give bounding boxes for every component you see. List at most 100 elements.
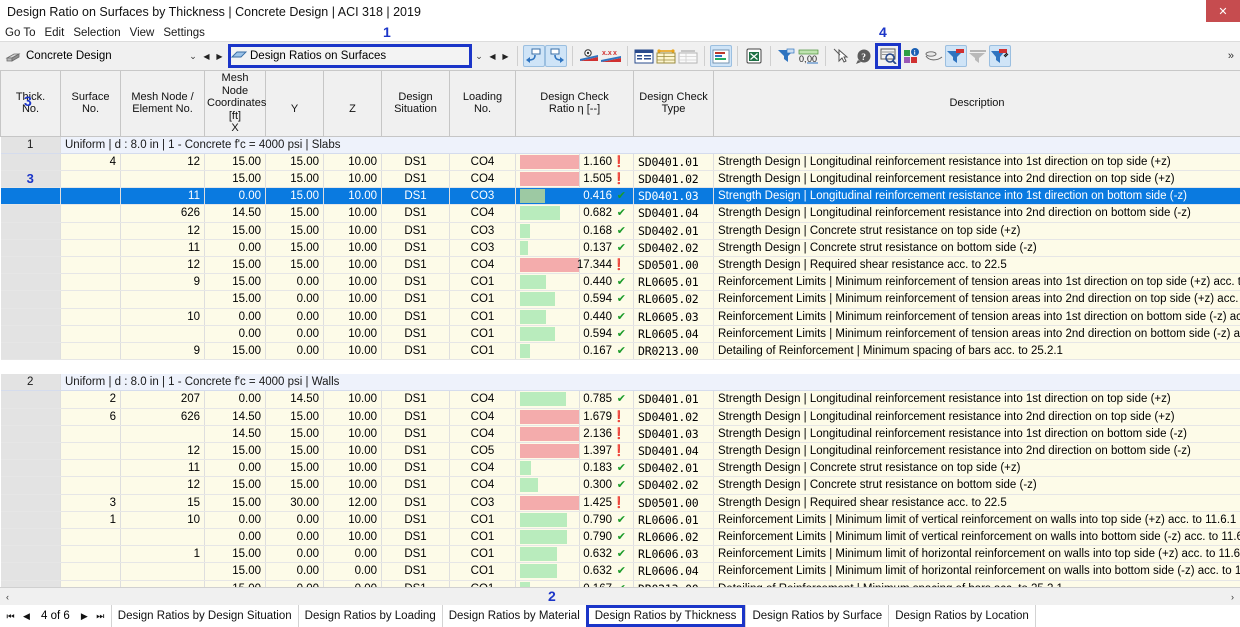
menu-item-edit[interactable]: Edit [44, 27, 64, 39]
pass-check-icon: ✔ [617, 581, 626, 587]
filter-gray-icon[interactable] [967, 45, 989, 67]
find-in-table-icon[interactable] [875, 43, 901, 69]
svg-text:x: x [613, 50, 617, 57]
table-row[interactable]: 3 15 15.00 30.00 12.00 DS1 CO3 1.425 ❗ SD0501.00 S… [0, 494, 1240, 512]
table-group-row[interactable]: 1 Uniform | d : 8.0 in | 1 - Concrete f'c… [0, 136, 1240, 154]
col-design-check-type[interactable]: Design Check Type [633, 71, 714, 137]
tab-design-ratios-by-location[interactable]: Design Ratios by Location [888, 605, 1035, 627]
description-cell: Reinforcement Limits | Minimum reinforce… [713, 273, 1240, 292]
col-coord-y[interactable]: Y [265, 71, 324, 137]
tab-design-ratios-by-design-situation[interactable]: Design Ratios by Design Situation [110, 605, 298, 627]
table-row[interactable]: 12 15.00 15.00 10.00 DS1 CO4 17.344 ❗ SD0501.00 S… [0, 256, 1240, 275]
col-description[interactable]: Description [713, 71, 1240, 137]
table-row[interactable]: 12 15.00 15.00 10.00 DS1 CO5 1.397 ❗ SD0401.04 St… [0, 442, 1240, 461]
help-question-icon[interactable]: ? [853, 45, 875, 67]
table-row[interactable]: 12 15.00 15.00 10.00 DS1 CO3 0.168 ✔ SD0402.01 St… [0, 222, 1240, 240]
table-row[interactable]: 11 0.00 15.00 10.00 DS1 CO3 0.416 ✔ SD0401.03 Str… [0, 187, 1240, 206]
toolbar-separator-3 [627, 46, 628, 66]
previous-selection-icon[interactable] [523, 45, 545, 67]
col-loading-no[interactable]: Loading No. [449, 71, 516, 137]
table-gray-icon[interactable] [677, 45, 699, 67]
scroll-right-icon[interactable]: › [1225, 592, 1240, 602]
result-chevron-down-icon[interactable]: ⌄ [472, 51, 486, 62]
table-row[interactable]: 11 0.00 15.00 10.00 DS1 CO3 0.137 ✔ SD0402.02 Str… [0, 239, 1240, 257]
menu-item-selection[interactable]: Selection [73, 27, 120, 39]
scroll-track[interactable] [15, 589, 1225, 604]
table-row[interactable]: 1 10 0.00 0.00 10.00 DS1 CO1 0.790 ✔ RL0606.01 Rei… [0, 511, 1240, 529]
result-combo[interactable]: Design Ratios on Surfaces [228, 44, 472, 68]
menu-item-settings[interactable]: Settings [163, 27, 205, 39]
table-row[interactable]: 6 626 14.50 15.00 10.00 DS1 CO4 1.679 ❗ SD0401.02… [0, 408, 1240, 426]
filter-blue-icon[interactable] [945, 45, 967, 67]
table-row[interactable]: 15.00 0.00 0.00 DS1 CO1 0.632 ✔ RL0606.04 Reinfo… [0, 562, 1240, 581]
tab-design-ratios-by-thickness[interactable]: Design Ratios by Thickness [585, 605, 746, 627]
table-row[interactable]: 0.00 0.00 10.00 DS1 CO1 0.594 ✔ RL0605.04 Reinfo… [0, 325, 1240, 343]
mesh-node-cell: 10 [120, 511, 205, 529]
result-next-icon[interactable]: ▶ [499, 52, 512, 61]
excel-export-icon[interactable] [743, 45, 765, 67]
close-icon[interactable]: ✕ [1206, 0, 1240, 22]
results-table-container[interactable]: Thick. No. Surface No. Mesh Node / Element … [0, 71, 1240, 587]
tab-design-ratios-by-material[interactable]: Design Ratios by Material [441, 605, 586, 627]
col-coord-x[interactable]: Mesh Node Coordinates [ft] X [204, 71, 266, 137]
table-row[interactable]: 15.00 0.00 10.00 DS1 CO1 0.594 ✔ RL0605.02 Reinf… [0, 290, 1240, 309]
table-row[interactable]: 11 0.00 15.00 10.00 DS1 CO4 0.183 ✔ SD0402.01 Str… [0, 459, 1240, 478]
table-blue-icon[interactable] [633, 45, 655, 67]
table-row[interactable]: 9 15.00 0.00 10.00 DS1 CO1 0.167 ✔ DR0213.00 Deta… [0, 342, 1240, 361]
result-diagram-icon[interactable] [710, 45, 732, 67]
chevron-down-icon[interactable]: ⌄ [186, 51, 200, 62]
table-row[interactable]: 9 15.00 0.00 10.00 DS1 CO1 0.440 ✔ RL0605.01 Rein… [0, 273, 1240, 292]
prev-page-icon[interactable]: ◀ [19, 611, 34, 622]
table-row[interactable]: 3 15.00 15.00 10.00 DS1 CO4 1.505 ❗ SD0401.02 Str… [0, 170, 1240, 189]
xxx-values-icon[interactable]: x.x x [600, 45, 622, 67]
module-next-icon[interactable]: ▶ [213, 52, 226, 61]
scroll-left-icon[interactable]: ‹ [0, 592, 15, 602]
col-mesh-node-element-no[interactable]: Mesh Node / Element No. [120, 71, 205, 137]
horizontal-scrollbar[interactable]: ‹ › [0, 587, 1240, 605]
tab-design-ratios-by-surface[interactable]: Design Ratios by Surface [745, 605, 888, 627]
table-row[interactable]: 0.00 0.00 10.00 DS1 CO1 0.790 ✔ RL0606.02 Reinfo… [0, 528, 1240, 547]
table-row[interactable]: 12 15.00 15.00 10.00 DS1 CO4 0.300 ✔ SD0402.02 St… [0, 476, 1240, 495]
last-page-icon[interactable]: ⏭ [93, 611, 108, 622]
design-check-type-cell: SD0401.04 [633, 442, 714, 461]
table-row[interactable]: 4 12 15.00 15.00 10.00 DS1 CO4 1.160 ❗ SD0401.01 S… [0, 153, 1240, 171]
table-row[interactable]: 626 14.50 15.00 10.00 DS1 CO4 0.682 ✔ SD0401.04 S… [0, 204, 1240, 223]
col-design-situation[interactable]: Design Situation [381, 71, 450, 137]
col-design-check-ratio[interactable]: Design Check Ratio η [--] [515, 71, 634, 137]
table-yellow-icon[interactable] [655, 45, 677, 67]
filter-settings-icon[interactable] [989, 45, 1011, 67]
loading-no-cell: CO4 [449, 256, 516, 275]
color-info-icon[interactable]: i [901, 45, 923, 67]
row-number-cell [0, 442, 61, 461]
result-prev-icon[interactable]: ◀ [486, 52, 499, 61]
module-prev-icon[interactable]: ◀ [200, 52, 213, 61]
next-selection-icon[interactable] [545, 45, 567, 67]
loading-no-cell: CO3 [449, 494, 516, 512]
mesh-node-cell: 9 [120, 342, 205, 361]
toolbar-overflow-icon[interactable]: » [1228, 50, 1234, 62]
table-row[interactable]: 14.50 15.00 10.00 DS1 CO4 2.136 ❗ SD0401.03 Stre… [0, 425, 1240, 443]
filter-value-icon[interactable] [776, 45, 798, 67]
menu-item-goto[interactable]: Go To [5, 27, 35, 39]
select-cursor-icon[interactable] [831, 45, 853, 67]
tab-design-ratios-by-loading[interactable]: Design Ratios by Loading [297, 605, 442, 627]
zero-zero-format-icon[interactable]: 0, 00 [798, 45, 820, 67]
design-ratios-window: Design Ratio on Surfaces by Thickness | … [0, 0, 1240, 627]
col-surface-no[interactable]: Surface No. [60, 71, 121, 137]
first-page-icon[interactable]: ⏮ [3, 611, 18, 622]
mesh-node-cell: 12 [120, 476, 205, 495]
table-row[interactable]: 2 207 0.00 14.50 10.00 DS1 CO4 0.785 ✔ SD0401.01 S… [0, 390, 1240, 409]
section-line-icon[interactable] [923, 45, 945, 67]
table-row[interactable]: 10 0.00 0.00 10.00 DS1 CO1 0.440 ✔ RL0605.03 Rein… [0, 308, 1240, 326]
table-row[interactable]: 15.000.000.00DS1CO10.167✔DR0213.00Detail… [0, 580, 1240, 587]
menu-item-view[interactable]: View [130, 27, 155, 39]
table-row[interactable]: 1 15.00 0.00 0.00 DS1 CO1 0.632 ✔ RL0606.03 Reinf… [0, 545, 1240, 564]
module-combo[interactable]: Concrete Design ⌄ [0, 46, 200, 66]
view-ratio-icon[interactable] [578, 45, 600, 67]
ratio-bar [520, 443, 579, 458]
next-page-icon[interactable]: ▶ [77, 611, 92, 622]
col-coord-z[interactable]: Z [323, 71, 382, 137]
coord-z-cell: 10.00 [323, 308, 382, 326]
coord-y-cell: 30.00 [265, 494, 324, 512]
table-group-row[interactable]: 2 Uniform | d : 8.0 in | 1 - Concrete f'c… [0, 374, 1240, 392]
